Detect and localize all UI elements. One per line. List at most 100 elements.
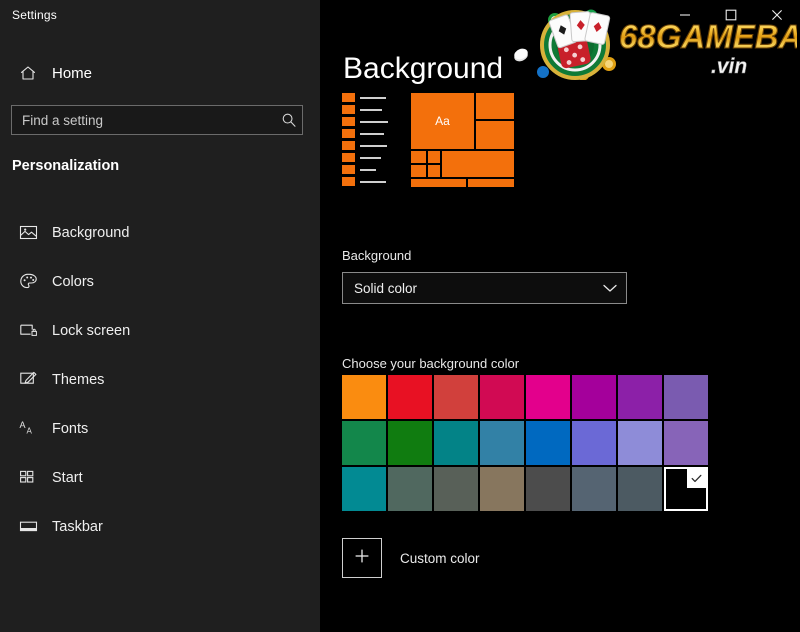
search-box[interactable] — [11, 105, 303, 135]
chevron-down-icon — [603, 284, 617, 293]
color-swatch[interactable] — [388, 375, 432, 419]
preview-tile — [342, 165, 355, 174]
search-input[interactable] — [12, 106, 276, 134]
sidebar-item-fonts[interactable]: AA Fonts — [0, 404, 320, 453]
taskbar-icon — [18, 517, 38, 537]
brush-icon — [18, 370, 38, 390]
color-swatch[interactable] — [342, 467, 386, 511]
plus-icon — [352, 546, 372, 571]
preview-line — [360, 132, 384, 135]
sidebar-item-themes-label: Themes — [52, 371, 105, 388]
palette-icon — [18, 272, 38, 292]
color-swatch[interactable] — [480, 467, 524, 511]
color-swatch[interactable] — [664, 375, 708, 419]
home-icon — [18, 63, 38, 83]
preview-line — [360, 96, 386, 99]
sidebar-item-home-label: Home — [52, 64, 93, 82]
maximize-button[interactable] — [708, 0, 754, 30]
sidebar-item-fonts-label: Fonts — [52, 420, 89, 437]
sidebar-item-colors-label: Colors — [52, 273, 94, 290]
color-swatch[interactable] — [342, 421, 386, 465]
preview-tile — [476, 93, 514, 119]
color-swatch[interactable] — [618, 467, 662, 511]
color-swatch[interactable] — [572, 421, 616, 465]
custom-color-label: Custom color — [400, 550, 480, 566]
color-swatch[interactable] — [388, 467, 432, 511]
minimize-button[interactable] — [662, 0, 708, 30]
sidebar: Settings Home Personalization Background — [0, 0, 320, 632]
color-swatch[interactable] — [480, 375, 524, 419]
color-swatch[interactable] — [618, 421, 662, 465]
preview-tile — [342, 117, 355, 126]
preview-line — [360, 180, 386, 183]
preview-tile — [476, 121, 514, 149]
preview-tile-grid: Aa — [411, 93, 514, 187]
sidebar-item-taskbar-label: Taskbar — [52, 518, 103, 535]
background-preview: Aa — [342, 93, 514, 187]
svg-text:A: A — [26, 427, 32, 436]
preview-start-menu — [342, 93, 390, 187]
background-field-label: Background — [342, 248, 412, 263]
background-type-value: Solid color — [354, 280, 418, 296]
color-swatch[interactable] — [342, 375, 386, 419]
sidebar-item-colors[interactable]: Colors — [0, 257, 320, 306]
preview-tile — [342, 153, 355, 162]
sidebar-item-start[interactable]: Start — [0, 453, 320, 502]
sidebar-item-lock-screen[interactable]: Lock screen — [0, 306, 320, 355]
preview-line — [360, 168, 376, 171]
color-swatch[interactable] — [480, 421, 524, 465]
window-controls — [662, 0, 800, 30]
app-title: Settings — [12, 8, 57, 22]
color-swatch[interactable] — [526, 421, 570, 465]
preview-tile — [342, 129, 355, 138]
color-swatch[interactable] — [526, 375, 570, 419]
main-content: Background Aa Background Solid color Cho… — [320, 0, 800, 632]
color-swatch[interactable] — [664, 421, 708, 465]
custom-color-row: Custom color — [342, 538, 480, 578]
preview-tile — [428, 165, 440, 177]
sidebar-nav-list: Background Colors Lock screen Themes A A… — [0, 208, 320, 551]
sidebar-item-themes[interactable]: Themes — [0, 355, 320, 404]
search-icon[interactable] — [276, 112, 302, 128]
preview-line — [360, 108, 382, 111]
page-title: Background — [343, 52, 504, 85]
color-swatch[interactable] — [618, 375, 662, 419]
preview-tile — [411, 165, 426, 177]
color-swatch[interactable] — [388, 421, 432, 465]
sidebar-section-title: Personalization — [12, 158, 120, 174]
svg-text:A: A — [19, 420, 25, 430]
background-type-dropdown[interactable]: Solid color — [342, 272, 627, 304]
preview-tile-large: Aa — [411, 93, 474, 149]
preview-tile — [342, 177, 355, 186]
preview-tile — [411, 179, 466, 187]
preview-line — [360, 156, 381, 159]
color-swatch[interactable] — [434, 467, 478, 511]
image-icon — [18, 223, 38, 243]
color-swatch-grid — [342, 375, 708, 511]
color-swatch-selected[interactable] — [664, 467, 708, 511]
preview-tile — [342, 93, 355, 102]
sidebar-item-taskbar[interactable]: Taskbar — [0, 502, 320, 551]
preview-line — [360, 120, 388, 123]
settings-window: Settings Home Personalization Background — [0, 0, 800, 632]
sidebar-item-background-label: Background — [52, 224, 130, 241]
preview-sample-text: Aa — [435, 114, 450, 128]
fonts-icon: AA — [18, 419, 38, 439]
color-swatch[interactable] — [526, 467, 570, 511]
start-tiles-icon — [18, 468, 38, 488]
lock-screen-icon — [18, 321, 38, 341]
color-picker-label: Choose your background color — [342, 356, 520, 371]
color-swatch[interactable] — [434, 421, 478, 465]
check-icon — [687, 469, 706, 488]
sidebar-item-lock-screen-label: Lock screen — [52, 322, 131, 339]
color-swatch[interactable] — [572, 375, 616, 419]
sidebar-item-start-label: Start — [52, 469, 83, 486]
custom-color-button[interactable] — [342, 538, 382, 578]
preview-tile — [342, 105, 355, 114]
color-swatch[interactable] — [434, 375, 478, 419]
sidebar-item-home[interactable]: Home — [10, 58, 310, 88]
preview-tile — [468, 179, 514, 187]
sidebar-item-background[interactable]: Background — [0, 208, 320, 257]
color-swatch[interactable] — [572, 467, 616, 511]
close-button[interactable] — [754, 0, 800, 30]
